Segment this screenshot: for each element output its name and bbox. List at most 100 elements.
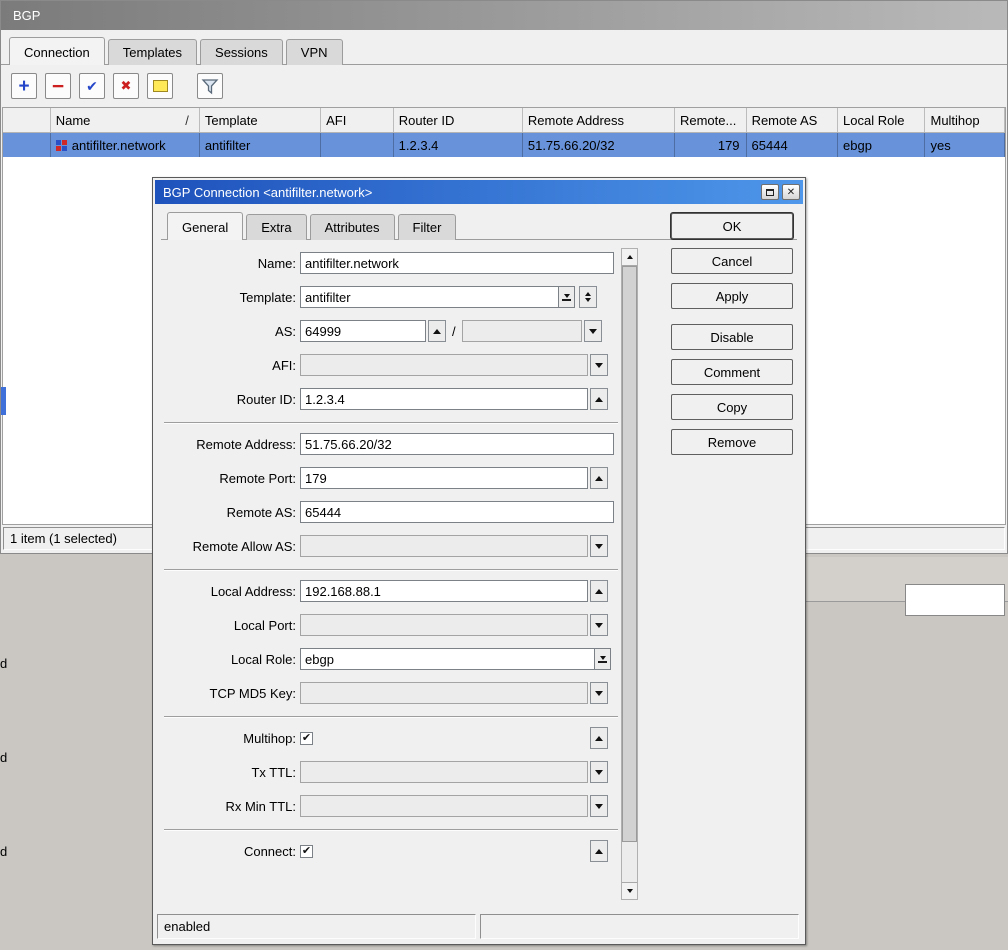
column-local-role[interactable]: Local Role [838, 108, 926, 132]
remote-port-input[interactable] [300, 467, 588, 489]
down-arrow-icon [595, 690, 603, 696]
tx-ttl-input [300, 761, 588, 783]
multihop-checkbox[interactable]: ✔ [300, 731, 313, 745]
bgp-window-titlebar[interactable]: BGP [1, 1, 1007, 30]
local-port-expand-button[interactable] [590, 614, 608, 636]
column-remote-as[interactable]: Remote AS [747, 108, 839, 132]
column-multihop[interactable]: Multihop [925, 108, 1005, 132]
remote-address-label: Remote Address: [196, 436, 296, 452]
column-remote-port[interactable]: Remote... [675, 108, 747, 132]
column-name[interactable]: Name / [51, 108, 200, 132]
column-flags[interactable] [3, 108, 51, 132]
field-router-id: Router ID: [156, 388, 628, 410]
enable-button[interactable]: ✔ [79, 73, 105, 99]
local-role-input[interactable] [300, 648, 594, 670]
local-address-input[interactable] [300, 580, 588, 602]
tab-templates[interactable]: Templates [107, 39, 198, 65]
row-local-role-cell: ebgp [838, 133, 926, 157]
form-scrollbar[interactable] [621, 248, 638, 900]
close-button[interactable]: ✕ [782, 184, 800, 200]
remote-as-input[interactable] [300, 501, 614, 523]
name-input[interactable] [300, 252, 614, 274]
checkmark-icon: ✔ [301, 844, 312, 857]
connect-checkbox[interactable]: ✔ [300, 844, 313, 858]
router-id-label: Router ID: [236, 391, 296, 407]
add-button[interactable]: + [11, 73, 37, 99]
field-remote-port: Remote Port: [156, 467, 628, 489]
as-separator: / [452, 323, 456, 339]
apply-button[interactable]: Apply [671, 283, 793, 309]
background-text-fragment: d [0, 844, 8, 859]
row-template-cell: antifilter [200, 133, 322, 157]
as-secondary-input [461, 320, 582, 342]
down-arrow-icon [595, 622, 603, 628]
copy-button[interactable]: Copy [671, 394, 793, 420]
as-input[interactable] [300, 320, 426, 342]
tab-general[interactable]: General [167, 212, 244, 240]
field-local-address: Local Address: [156, 580, 628, 602]
tab-connection[interactable]: Connection [9, 37, 105, 65]
background-window-field [905, 584, 1005, 616]
connect-collapse-button[interactable] [590, 840, 608, 862]
window-title: BGP [13, 8, 41, 23]
row-multihop-cell: yes [925, 133, 1005, 157]
scrollbar-thumb[interactable] [622, 266, 637, 842]
afi-input [300, 354, 588, 376]
cancel-button[interactable]: Cancel [671, 248, 793, 274]
template-dropdown-button[interactable] [558, 286, 575, 308]
down-arrow-icon [626, 889, 633, 893]
maximize-button[interactable] [761, 184, 779, 200]
dialog-titlebar[interactable]: BGP Connection <antifilter.network> ✕ [155, 180, 803, 204]
dialog-status-right [480, 914, 799, 939]
column-remote-address[interactable]: Remote Address [523, 108, 675, 132]
field-name: Name: [156, 252, 628, 274]
remove-button[interactable]: − [45, 73, 71, 99]
local-role-dropdown-button[interactable] [594, 648, 611, 670]
field-template: Template: [156, 286, 628, 308]
tab-extra[interactable]: Extra [246, 214, 307, 240]
router-id-collapse-button[interactable] [590, 388, 608, 410]
filter-button[interactable] [197, 73, 223, 99]
template-input[interactable] [300, 286, 558, 308]
tab-attributes[interactable]: Attributes [309, 214, 395, 240]
disable-button-dialog[interactable]: Disable [671, 324, 793, 350]
remote-allow-as-expand-button[interactable] [590, 535, 608, 557]
tab-vpn[interactable]: VPN [285, 39, 343, 65]
remote-port-collapse-button[interactable] [590, 467, 608, 489]
multihop-collapse-button[interactable] [590, 727, 608, 749]
column-template[interactable]: Template [200, 108, 322, 132]
column-router-id[interactable]: Router ID [394, 108, 523, 132]
rx-min-ttl-expand-button[interactable] [590, 795, 608, 817]
tcp-md5-key-expand-button[interactable] [590, 682, 608, 704]
afi-label: AFI: [272, 357, 296, 373]
disable-button[interactable]: ✖ [113, 73, 139, 99]
tx-ttl-expand-button[interactable] [590, 761, 608, 783]
remove-button-dialog[interactable]: Remove [671, 429, 793, 455]
afi-expand-button[interactable] [590, 354, 608, 376]
local-address-collapse-button[interactable] [590, 580, 608, 602]
field-tx-ttl: Tx TTL: [156, 761, 628, 783]
as-collapse-button[interactable] [428, 320, 446, 342]
scrollbar-up-button[interactable] [622, 249, 637, 266]
ok-button[interactable]: OK [671, 213, 793, 239]
disable-icon: ✖ [120, 78, 132, 93]
field-local-port: Local Port: [156, 614, 628, 636]
comment-button-dialog[interactable]: Comment [671, 359, 793, 385]
tab-filter[interactable]: Filter [397, 214, 457, 240]
column-afi[interactable]: AFI [321, 108, 394, 132]
table-row[interactable]: antifilter.network antifilter 1.2.3.4 51… [3, 133, 1005, 157]
router-id-input[interactable] [300, 388, 588, 410]
bgp-connection-dialog: BGP Connection <antifilter.network> ✕ Ge… [152, 177, 806, 945]
dialog-form: Name: Template: AS: / AFI: Router ID: [156, 244, 628, 874]
template-updown-button[interactable] [579, 286, 597, 308]
scrollbar-down-button[interactable] [622, 882, 637, 899]
comment-icon [152, 80, 168, 92]
field-remote-as: Remote AS: [156, 501, 628, 523]
enable-icon: ✔ [86, 77, 98, 94]
remote-address-input[interactable] [300, 433, 614, 455]
comment-button[interactable] [147, 73, 173, 99]
field-multihop: Multihop: ✔ [156, 727, 628, 749]
as-secondary-expand-button[interactable] [583, 320, 602, 342]
tab-sessions[interactable]: Sessions [200, 39, 283, 65]
down-arrow-icon [588, 328, 597, 334]
